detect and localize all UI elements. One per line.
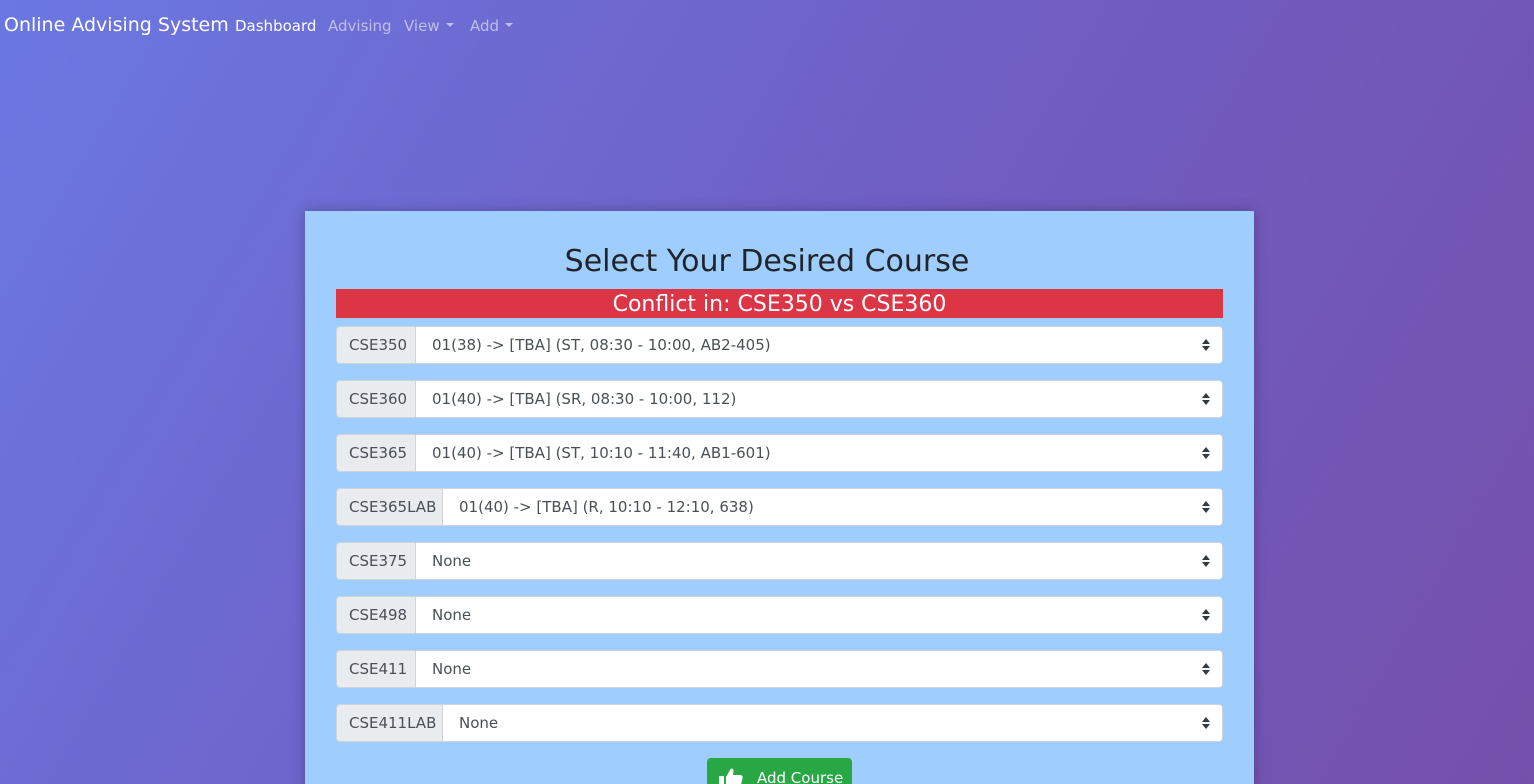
section-select-value: None	[459, 714, 499, 732]
select-arrows-icon	[1202, 555, 1210, 567]
section-select-cse375[interactable]: None	[415, 542, 1223, 580]
course-row-cse411lab: CSE411LAB None	[336, 704, 1223, 742]
section-select-value: None	[432, 552, 472, 570]
section-select-value: None	[432, 606, 472, 624]
section-select-cse411lab[interactable]: None	[442, 704, 1223, 742]
section-select-cse411[interactable]: None	[415, 650, 1223, 688]
course-row-cse498: CSE498 None	[336, 596, 1223, 634]
nav-view-label: View	[404, 17, 440, 35]
add-course-label: Add Course	[757, 769, 844, 784]
nav-dashboard[interactable]: Dashboard	[235, 17, 316, 35]
select-arrows-icon	[1202, 663, 1210, 675]
section-select-value: 01(40) -> [TBA] (SR, 08:30 - 10:00, 112)	[432, 390, 737, 408]
card-title: Select Your Desired Course	[564, 244, 970, 279]
add-course-button[interactable]: Add Course	[707, 758, 852, 784]
course-code-label: CSE498	[336, 596, 415, 634]
section-select-cse360[interactable]: 01(40) -> [TBA] (SR, 08:30 - 10:00, 112)	[415, 380, 1223, 418]
section-select-value: None	[432, 660, 472, 678]
course-code-label: CSE375	[336, 542, 415, 580]
course-code-label: CSE411LAB	[336, 704, 442, 742]
select-arrows-icon	[1202, 609, 1210, 621]
chevron-down-icon	[445, 22, 454, 27]
conflict-alert: Conflict in: CSE350 vs CSE360	[336, 289, 1223, 318]
select-arrows-icon	[1202, 717, 1210, 729]
select-arrows-icon	[1202, 501, 1210, 513]
top-navbar: Online Advising System Dashboard Advisin…	[0, 0, 1534, 54]
select-arrows-icon	[1202, 393, 1210, 405]
select-arrows-icon	[1202, 447, 1210, 459]
course-code-label: CSE411	[336, 650, 415, 688]
thumbs-up-icon	[719, 768, 743, 784]
nav-view-dropdown[interactable]: View	[404, 17, 454, 35]
course-code-label: CSE350	[336, 326, 415, 364]
course-row-cse350: CSE350 01(38) -> [TBA] (ST, 08:30 - 10:0…	[336, 326, 1223, 364]
section-select-cse350[interactable]: 01(38) -> [TBA] (ST, 08:30 - 10:00, AB2-…	[415, 326, 1223, 364]
course-row-cse365: CSE365 01(40) -> [TBA] (ST, 10:10 - 11:4…	[336, 434, 1223, 472]
course-code-label: CSE365LAB	[336, 488, 442, 526]
course-row-cse365lab: CSE365LAB 01(40) -> [TBA] (R, 10:10 - 12…	[336, 488, 1223, 526]
nav-advising[interactable]: Advising	[328, 17, 392, 35]
section-select-value: 01(38) -> [TBA] (ST, 08:30 - 10:00, AB2-…	[432, 336, 771, 354]
nav-add-label: Add	[470, 17, 500, 35]
section-select-cse365lab[interactable]: 01(40) -> [TBA] (R, 10:10 - 12:10, 638)	[442, 488, 1223, 526]
chevron-down-icon	[505, 22, 514, 27]
section-select-value: 01(40) -> [TBA] (R, 10:10 - 12:10, 638)	[459, 498, 754, 516]
section-select-cse365[interactable]: 01(40) -> [TBA] (ST, 10:10 - 11:40, AB1-…	[415, 434, 1223, 472]
section-select-value: 01(40) -> [TBA] (ST, 10:10 - 11:40, AB1-…	[432, 444, 771, 462]
course-code-label: CSE365	[336, 434, 415, 472]
course-code-label: CSE360	[336, 380, 415, 418]
brand-title[interactable]: Online Advising System	[4, 14, 229, 36]
section-select-cse498[interactable]: None	[415, 596, 1223, 634]
select-arrows-icon	[1202, 339, 1210, 351]
course-row-cse360: CSE360 01(40) -> [TBA] (SR, 08:30 - 10:0…	[336, 380, 1223, 418]
course-row-cse375: CSE375 None	[336, 542, 1223, 580]
course-row-cse411: CSE411 None	[336, 650, 1223, 688]
nav-add-dropdown[interactable]: Add	[470, 17, 514, 35]
